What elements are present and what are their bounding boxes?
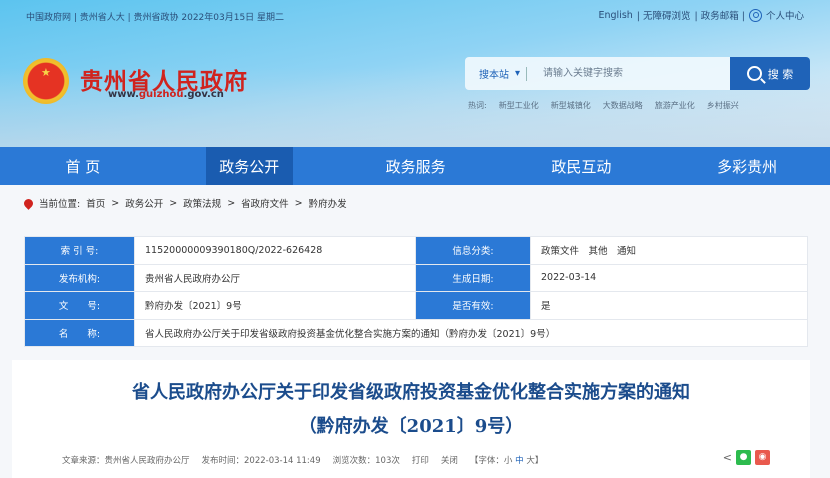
national-emblem-logo: ★ (23, 58, 69, 104)
font-label: 【字体： (469, 456, 504, 466)
breadcrumb-item[interactable]: 省政府文件 (241, 196, 289, 210)
top-links[interactable]: 中国政府网 | 贵州省人大 | 贵州省政协 2022年03月15日 星期二 (26, 10, 284, 23)
nav-interaction[interactable]: 政民互动 (499, 147, 665, 185)
article-card: 省人民政府办公厅关于印发省级政府投资基金优化整合实施方案的通知 （黔府办发〔20… (12, 360, 810, 478)
breadcrumb-item[interactable]: 政策法规 (183, 196, 221, 210)
search-scope-select[interactable]: 搜本站 ▾ (465, 57, 536, 90)
article-subtitle: （黔府办发〔2021〕9号） (298, 416, 524, 437)
search-button-label: 搜 索 (767, 67, 794, 81)
breadcrumb: 当前位置: 首页 > 政务公开 > 政策法规 > 省政府文件 > 黔府办发 (22, 196, 347, 210)
article-title: 省人民政府办公厅关于印发省级政府投资基金优化整合实施方案的通知 (132, 382, 690, 403)
search-bar: 搜本站 ▾ 搜 索 (465, 57, 810, 90)
font-medium-button[interactable]: 中 (515, 456, 524, 466)
breadcrumb-sep: > (294, 197, 303, 209)
article-info: 文章来源：贵州省人民政府办公厅 发布时间：2022-03-14 11:49 浏览… (62, 454, 543, 466)
url-part: www. (108, 89, 139, 100)
hot-label: 热词: (468, 101, 487, 110)
search-icon (746, 66, 762, 81)
meta-value: 政策文件 其他 通知 (530, 236, 808, 265)
meta-key: 文 号: (24, 291, 135, 320)
meta-value: 2022-03-14 (530, 263, 808, 292)
share-bar: < ● ◉ (723, 450, 770, 465)
meta-value: 11520000009390180Q/2022-626428 (134, 236, 416, 265)
mail-link[interactable]: | 政务邮箱 | (695, 8, 745, 22)
meta-key: 发布机构: (24, 263, 135, 292)
font-small-button[interactable]: 小 (504, 456, 513, 466)
breadcrumb-sep: > (111, 197, 120, 209)
meta-key: 信息分类: (415, 236, 531, 265)
hot-word[interactable]: 乡村振兴 (707, 100, 739, 111)
breadcrumb-label: 当前位置: (39, 199, 81, 210)
publish-time: 发布时间：2022-03-14 11:49 (201, 456, 321, 466)
top-right-links: English | 无障碍浏览 | 政务邮箱 | 个人中心 (598, 8, 804, 22)
nav-gov-services[interactable]: 政务服务 (333, 147, 499, 185)
search-input[interactable] (535, 57, 730, 90)
user-icon[interactable] (748, 8, 762, 22)
meta-value: 贵州省人民政府办公厅 (134, 263, 416, 292)
nav-home[interactable]: 首 页 (0, 147, 166, 185)
hot-word[interactable]: 大数据战略 (603, 100, 643, 111)
share-icon[interactable]: < (723, 451, 732, 464)
nav-gov-affairs-open[interactable]: 政务公开 (205, 147, 293, 185)
nav-guizhou[interactable]: 多彩贵州 (664, 147, 830, 185)
wechat-icon[interactable]: ● (736, 450, 751, 465)
user-center-link[interactable]: 个人中心 (766, 8, 804, 22)
meta-key: 索 引 号: (24, 236, 135, 265)
url-part: .gov.cn (183, 89, 224, 100)
meta-value: 黔府办发〔2021〕9号 (134, 291, 416, 320)
weibo-icon[interactable]: ◉ (755, 450, 770, 465)
scope-label: 搜本站 (479, 70, 509, 81)
accessible-link[interactable]: | 无障碍浏览 (637, 8, 691, 22)
hot-words: 热词: 新型工业化 新型城镇化 大数据战略 旅游产业化 乡村振兴 (468, 100, 739, 111)
url-part: guizhou (138, 89, 184, 100)
hot-word[interactable]: 新型工业化 (499, 100, 539, 111)
close-button[interactable]: 关闭 (441, 454, 458, 466)
table-row: 发布机构: 贵州省人民政府办公厅 生成日期: 2022-03-14 (24, 263, 808, 292)
view-count: 浏览次数：103次 (332, 456, 400, 466)
meta-value: 是 (530, 291, 808, 320)
breadcrumb-sep: > (227, 197, 236, 209)
site-url: www.guizhou.gov.cn (108, 89, 224, 100)
meta-value: 省人民政府办公厅关于印发省级政府投资基金优化整合实施方案的通知（黔府办发〔202… (134, 318, 808, 347)
meta-key: 生成日期: (415, 263, 531, 292)
article-source: 文章来源：贵州省人民政府办公厅 (62, 456, 190, 466)
header: 中国政府网 | 贵州省人大 | 贵州省政协 2022年03月15日 星期二 En… (0, 0, 830, 147)
meta-key: 是否有效: (415, 291, 531, 320)
english-link[interactable]: English (598, 10, 632, 21)
table-row: 文 号: 黔府办发〔2021〕9号 是否有效: 是 (24, 291, 808, 320)
breadcrumb-sep: > (169, 197, 178, 209)
divider (526, 66, 528, 81)
hot-word[interactable]: 旅游产业化 (655, 100, 695, 111)
document-meta-table: 索 引 号: 11520000009390180Q/2022-626428 信息分类… (24, 236, 808, 347)
hot-word[interactable]: 新型城镇化 (551, 100, 591, 111)
location-pin-icon (22, 196, 35, 210)
print-button[interactable]: 打印 (412, 454, 429, 466)
breadcrumb-item[interactable]: 黔府办发 (309, 196, 347, 210)
meta-key: 名 称: (24, 318, 135, 347)
table-row: 索 引 号: 11520000009390180Q/2022-626428 信息分类… (24, 236, 808, 265)
font-size-controls: 【字体：小 中 大】 (470, 454, 543, 466)
breadcrumb-item[interactable]: 政务公开 (125, 196, 163, 210)
caret-down-icon: ▾ (515, 68, 521, 79)
table-row: 名 称: 省人民政府办公厅关于印发省级政府投资基金优化整合实施方案的通知（黔府办发… (24, 318, 808, 347)
main-nav: 首 页 政务公开 政务服务 政民互动 多彩贵州 (0, 147, 830, 185)
font-large-button[interactable]: 大】 (526, 456, 543, 466)
search-button[interactable]: 搜 索 (730, 57, 810, 90)
breadcrumb-home[interactable]: 首页 (86, 196, 105, 210)
